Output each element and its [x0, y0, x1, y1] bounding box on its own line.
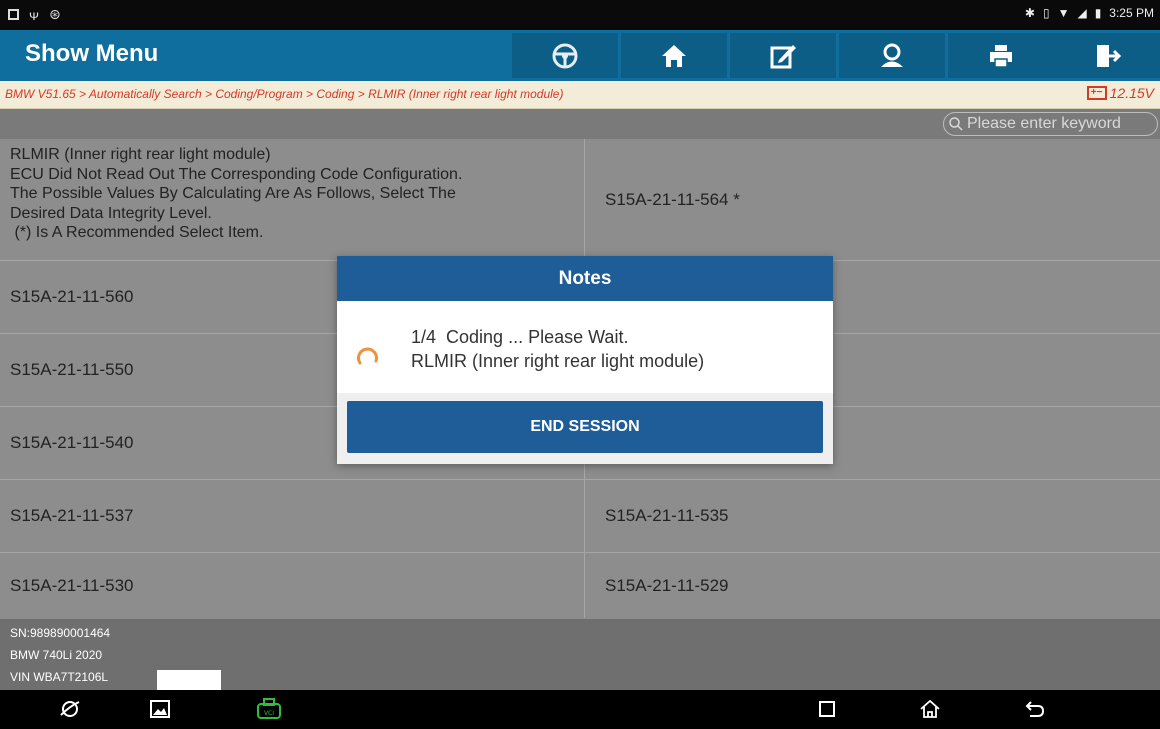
search-placeholder: Please enter keyword [967, 115, 1121, 132]
image-icon [150, 700, 170, 718]
status-bar: ᴪ ⊛ ✱ ▯ ▼ ◢ ▮ 3:25 PM [0, 0, 1160, 30]
steering-wheel-button[interactable] [512, 33, 618, 78]
user-support-button[interactable] [839, 33, 945, 78]
description-line: Desired Data Integrity Level. [10, 204, 212, 222]
table-row: S15A-21-11-537 S15A-21-11-535 [0, 480, 1160, 553]
search-icon [949, 117, 963, 131]
battery-voltage: +− 12.15V [1086, 85, 1154, 101]
edit-button[interactable] [730, 33, 836, 78]
bluetooth-icon: ✱ [1024, 6, 1035, 20]
description-line: ECU Did Not Read Out The Corresponding C… [10, 165, 463, 183]
home-button[interactable] [621, 33, 727, 78]
table-row: S15A-21-11-530 S15A-21-11-529 [0, 553, 1160, 618]
vehicle-model: BMW 740Li 2020 [10, 648, 103, 662]
table-row: RLMIR (Inner right rear light module) EC… [0, 139, 1160, 261]
home-icon [662, 44, 686, 67]
edit-icon [770, 44, 796, 68]
vin-redaction [157, 670, 221, 690]
svg-text:VCI: VCI [264, 710, 274, 717]
search-row: Please enter keyword [0, 109, 1160, 139]
status-icons-right: ✱ ▯ ▼ ◢ ▮ 3:25 PM [1025, 6, 1154, 20]
option-cell[interactable]: S15A-21-11-529 [585, 553, 1160, 618]
vci-icon: VCI [257, 698, 281, 719]
toolbar: Show Menu [0, 30, 1160, 81]
loading-spinner-icon [357, 347, 378, 365]
debug-icon: ⊛ [48, 6, 61, 22]
end-session-button[interactable]: END SESSION [347, 401, 823, 453]
home-outline-icon [920, 699, 940, 718]
gallery-button[interactable] [145, 696, 175, 722]
page-title: Show Menu [25, 40, 159, 67]
navigation-bar: VCI [0, 690, 1160, 729]
dialog-message-module: RLMIR (Inner right rear light module) [411, 351, 705, 371]
option-cell[interactable]: S15A-21-11-535 [585, 480, 1160, 552]
description-cell: RLMIR (Inner right rear light module) EC… [0, 139, 585, 260]
dialog-message: 1/4 Coding ... Please Wait. [411, 327, 629, 347]
steering-wheel-icon [552, 43, 578, 68]
vin: VIN WBA7T2106L [10, 670, 109, 684]
exit-icon [1097, 44, 1121, 67]
description-line: (*) Is A Recommended Select Item. [10, 224, 264, 241]
recent-apps-button[interactable] [812, 696, 842, 722]
car-battery-icon: +− [1086, 86, 1107, 100]
signal-icon: ◢ [1077, 6, 1087, 20]
notes-dialog: Notes 1/4 Coding ... Please Wait. RLMIR … [337, 256, 833, 464]
print-icon [990, 44, 1012, 68]
battery-icon: ▮ [1094, 6, 1102, 20]
voltage-value: 12.15V [1109, 85, 1154, 101]
vibrate-icon: ▯ [1042, 6, 1050, 20]
browser-button[interactable] [55, 696, 85, 722]
status-icons-left: ᴪ ⊛ [8, 6, 61, 23]
breadcrumb-bar: BMW V51.65 > Automatically Search > Codi… [0, 81, 1160, 109]
back-button[interactable] [1020, 696, 1050, 722]
option-cell[interactable]: S15A-21-11-530 [0, 553, 585, 618]
description-line: RLMIR (Inner right rear light module) [10, 146, 271, 163]
dialog-title: Notes [337, 256, 833, 301]
print-button[interactable] [948, 33, 1054, 78]
description-line: The Possible Values By Calculating Are A… [10, 185, 456, 202]
vci-button[interactable]: VCI [254, 696, 284, 722]
search-input[interactable]: Please enter keyword [943, 112, 1158, 136]
option-cell[interactable]: S15A-21-11-537 [0, 480, 585, 552]
dialog-body: 1/4 Coding ... Please Wait. RLMIR (Inner… [337, 301, 833, 393]
notification-icon [8, 9, 19, 20]
clock: 3:25 PM [1109, 6, 1154, 20]
option-recommended[interactable]: S15A-21-11-564 * [585, 139, 1160, 260]
planet-icon [60, 701, 80, 717]
square-icon [819, 701, 835, 717]
exit-button[interactable] [1054, 33, 1160, 78]
serial-number: SN:989890001464 [10, 626, 111, 640]
back-arrow-icon [1025, 701, 1045, 717]
usb-icon: ᴪ [29, 6, 39, 23]
breadcrumb: BMW V51.65 > Automatically Search > Codi… [5, 87, 564, 101]
user-support-icon [881, 43, 903, 67]
home-nav-button[interactable] [915, 696, 945, 722]
wifi-icon: ▼ [1057, 6, 1070, 20]
dialog-footer: END SESSION [337, 393, 833, 464]
